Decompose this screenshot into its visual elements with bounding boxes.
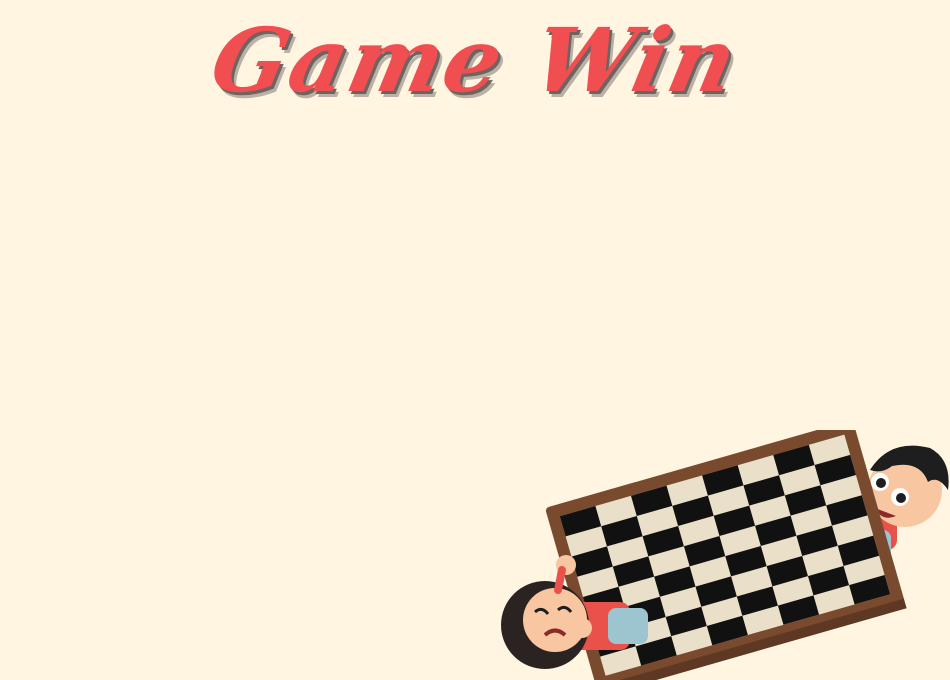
chess-scene-illustration	[490, 430, 950, 680]
game-title: Game Win	[202, 8, 748, 112]
